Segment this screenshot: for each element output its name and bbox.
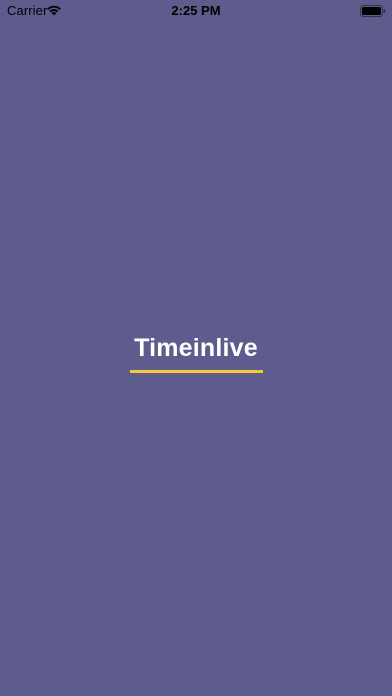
battery-icon	[360, 4, 386, 17]
status-time: 2:25 PM	[171, 3, 221, 18]
status-bar: Carrier 2:25 PM	[0, 0, 392, 22]
brand-underline	[129, 370, 263, 373]
app-brand-name: Timeinlive	[134, 334, 258, 362]
splash-logo: Timeinlive	[0, 333, 392, 373]
